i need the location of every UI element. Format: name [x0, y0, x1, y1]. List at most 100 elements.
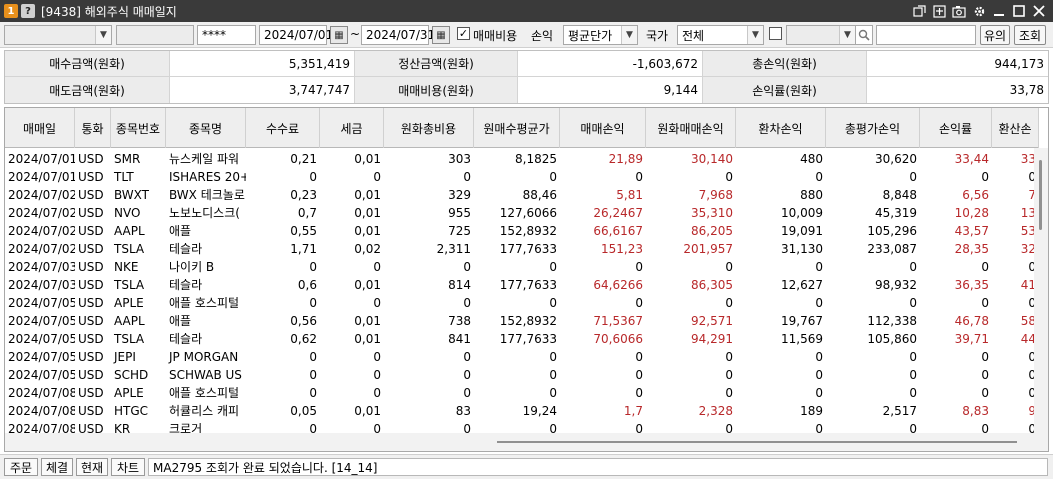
table-row[interactable]: 2024/07/05 USD TSLA 테슬라 0,62 0,01 841 177,7633 7…	[5, 330, 1039, 348]
cell-krw-total-cost: 0	[463, 350, 471, 364]
cell-fx-pnl: 11,569	[781, 332, 823, 346]
cell-return-rate: 0	[981, 296, 989, 310]
column-header-krw-total-cost[interactable]: 원화총비용	[384, 108, 474, 148]
stock-name-field[interactable]	[876, 25, 976, 45]
query-button[interactable]: 조회	[1014, 25, 1046, 45]
column-header-stock-name[interactable]: 종목명	[166, 108, 246, 148]
copy-screen-icon[interactable]	[931, 3, 947, 19]
chart-button[interactable]: 차트	[111, 458, 145, 476]
chevron-down-icon[interactable]: ▼	[839, 26, 855, 44]
cell-fx-pnl: 880	[800, 188, 823, 202]
cell-commission: 0	[309, 260, 317, 274]
table-row[interactable]: 2024/07/08 USD APLE 애플 호스피털 0 0 0 0 0 0 0 0 0 0	[5, 384, 1039, 402]
cell-currency: USD	[78, 368, 104, 382]
cell-commission: 0	[309, 296, 317, 310]
gear-icon[interactable]	[971, 3, 987, 19]
account-name-field[interactable]	[116, 25, 194, 45]
table-row[interactable]: 2024/07/05 USD AAPL 애플 0,56 0,01 738 152,8932 71…	[5, 312, 1039, 330]
column-header-return-rate[interactable]: 손익률	[920, 108, 992, 148]
table-row[interactable]: 2024/07/01 USD TLT ISHARES 20+ 0 0 0 0 0 0 0 0 0 0	[5, 168, 1039, 186]
trade-journal-table[interactable]: 매매일 통화 종목번호 종목명 수수료 세금 원화총비용 원매수평균가 매매손익 원화매매손익 환차…	[4, 107, 1049, 452]
calendar-icon[interactable]: ▦	[330, 26, 348, 44]
table-row[interactable]: 2024/07/02 USD NVO 노보노디스크(0,7 0,01 955 127,606…	[5, 204, 1039, 222]
cell-tax: 0,01	[354, 206, 381, 220]
cell-return-rate: 6,56	[962, 188, 989, 202]
country-select[interactable]: 전체 ▼	[677, 25, 764, 45]
fee-checkbox[interactable]: ✓	[457, 27, 470, 40]
cell-converted-pnl: 9	[1028, 404, 1036, 418]
stock-filter-checkbox[interactable]	[769, 27, 782, 40]
table-row[interactable]: 2024/07/01 USD SMR 뉴스케일 파워 0,21 0,01 303 8,1825…	[5, 150, 1039, 168]
column-header-currency[interactable]: 통화	[75, 108, 111, 148]
screen-number-badge[interactable]: 1	[4, 4, 18, 18]
current-price-button[interactable]: 현재	[76, 458, 108, 476]
table-row[interactable]: 2024/07/03 USD NKE 나이키 B 0 0 0 0 0 0 0 0 0 0	[5, 258, 1039, 276]
table-row[interactable]: 2024/07/05 USD SCHD SCHWAB US 0 0 0 0 0 0 0 0 0 0	[5, 366, 1039, 384]
cell-krw-avg-buy-price: 19,24	[522, 404, 557, 418]
chevron-down-icon[interactable]: ▼	[95, 26, 111, 44]
cell-commission: 0,55	[290, 224, 317, 238]
camera-icon[interactable]	[951, 3, 967, 19]
column-header-krw-trade-pnl[interactable]: 원화매매손익	[646, 108, 736, 148]
cell-stock-code: HTGC	[114, 404, 149, 418]
date-from-field[interactable]: 2024/07/01	[259, 25, 333, 45]
cell-currency: USD	[78, 188, 104, 202]
window-title: [9438] 해외주식 매매일지	[41, 4, 177, 19]
chevron-down-icon[interactable]: ▼	[747, 26, 763, 44]
column-header-tax[interactable]: 세금	[320, 108, 384, 148]
cell-commission: 0,05	[290, 404, 317, 418]
column-header-krw-avg-buy-price[interactable]: 원매수평균가	[474, 108, 560, 148]
link-screen-icon[interactable]	[911, 3, 927, 19]
vertical-scroll-thumb[interactable]	[1039, 160, 1042, 230]
column-header-commission[interactable]: 수수료	[246, 108, 320, 148]
cell-total-eval-pnl: 105,296	[867, 224, 917, 238]
cell-krw-trade-pnl: 201,957	[683, 242, 733, 256]
cell-trade-date: 2024/07/02	[8, 188, 75, 202]
column-header-trade-pnl[interactable]: 매매손익	[560, 108, 646, 148]
table-row[interactable]: 2024/07/02 USD AAPL 애플 0,55 0,01 725 152,8932 66…	[5, 222, 1039, 240]
table-row[interactable]: 2024/07/03 USD TSLA 테슬라 0,6 0,01 814 177,7633 64…	[5, 276, 1039, 294]
caution-button[interactable]: 유의	[980, 25, 1010, 45]
column-header-total-eval-pnl[interactable]: 총평가손익	[826, 108, 920, 148]
country-value: 전체	[682, 28, 705, 43]
account-select[interactable]: ▼	[4, 25, 112, 45]
column-header-trade-date[interactable]: 매매일	[5, 108, 75, 148]
chevron-down-icon[interactable]: ▼	[621, 26, 637, 44]
cell-krw-total-cost: 0	[463, 296, 471, 310]
table-row[interactable]: 2024/07/08 USD HTGC 허큘리스 캐피 0,05 0,01 83 19,24 1…	[5, 402, 1039, 420]
maximize-icon[interactable]	[1011, 3, 1027, 19]
vertical-scrollbar[interactable]	[1034, 148, 1048, 433]
fill-button[interactable]: 체결	[41, 458, 73, 476]
password-field[interactable]: ****	[197, 25, 256, 45]
cell-commission: 0	[309, 350, 317, 364]
pnl-method-select[interactable]: 평균단가 ▼	[563, 25, 638, 45]
table-row[interactable]: 2024/07/05 USD APLE 애플 호스피털 0 0 0 0 0 0 0 0 0 0	[5, 294, 1039, 312]
order-button[interactable]: 주문	[4, 458, 38, 476]
close-icon[interactable]	[1031, 3, 1047, 19]
cell-stock-name: 테슬라	[169, 332, 203, 346]
total-pnl-label: 총손익(원화)	[703, 51, 867, 77]
cell-currency: USD	[78, 332, 104, 346]
cell-fx-pnl: 0	[815, 350, 823, 364]
column-header-converted-pnl[interactable]: 환산손	[992, 108, 1039, 148]
date-to-field[interactable]: 2024/07/31	[361, 25, 435, 45]
minimize-icon[interactable]	[991, 3, 1007, 19]
cell-krw-trade-pnl: 7,968	[698, 188, 733, 202]
calendar-icon[interactable]: ▦	[432, 26, 450, 44]
cell-currency: USD	[78, 260, 104, 274]
cell-krw-total-cost: 955	[448, 206, 471, 220]
horizontal-scrollbar[interactable]	[5, 433, 1048, 451]
cell-converted-pnl: 33	[1020, 152, 1036, 166]
table-row[interactable]: 2024/07/02 USD BWXT BWX 테크놀로 0,23 0,01 329 88,4…	[5, 186, 1039, 204]
cell-converted-pnl: 13	[1020, 206, 1036, 220]
summary-panel: 매수금액(원화) 5,351,419 정산금액(원화) -1,603,672 총…	[4, 50, 1049, 104]
cell-trade-pnl: 0	[635, 170, 643, 184]
search-icon[interactable]	[855, 25, 873, 45]
horizontal-scroll-thumb[interactable]	[497, 441, 1017, 443]
help-badge[interactable]: ?	[21, 4, 35, 18]
stock-code-select[interactable]: ▼	[786, 25, 856, 45]
table-row[interactable]: 2024/07/05 USD JEPI JP MORGAN 0 0 0 0 0 0 0 0 0 0	[5, 348, 1039, 366]
column-header-stock-code[interactable]: 종목번호	[111, 108, 166, 148]
table-row[interactable]: 2024/07/02 USD TSLA 테슬라 1,71 0,02 2,311 177,763…	[5, 240, 1039, 258]
column-header-fx-pnl[interactable]: 환차손익	[736, 108, 826, 148]
